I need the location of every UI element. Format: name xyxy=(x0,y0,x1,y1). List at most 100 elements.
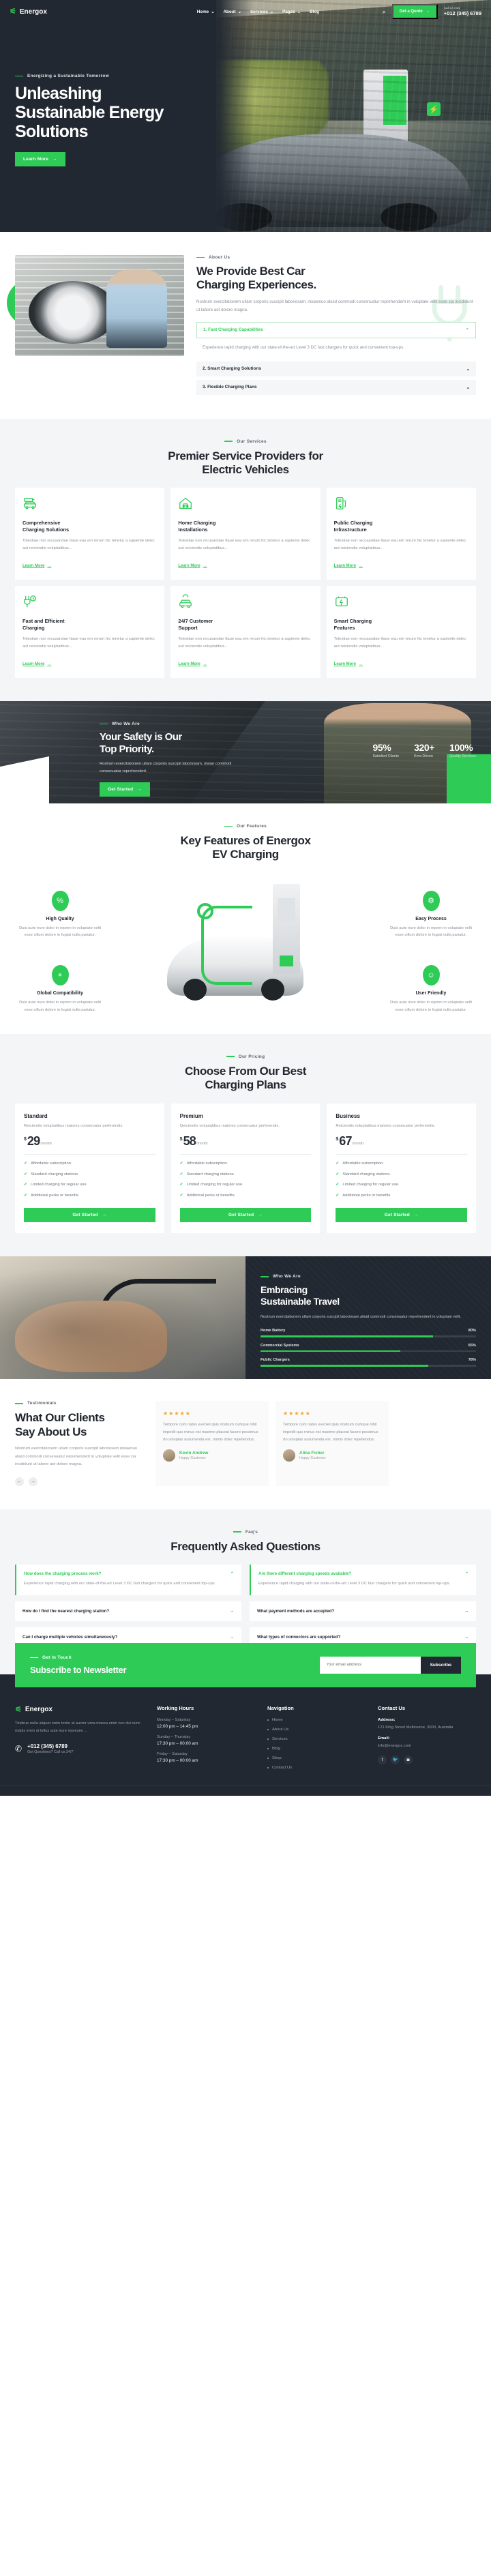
service-learn-more-link[interactable]: Learn More → xyxy=(178,662,207,666)
arrow-right-icon: → xyxy=(203,564,207,569)
search-icon[interactable]: ⌕ xyxy=(383,8,386,16)
accordion-header-3[interactable]: 3. Flexible Charging Plans ⌄ xyxy=(196,379,476,395)
faq-answer: Experience rapid charging with our state… xyxy=(258,1582,451,1586)
testimonials-paragraph: Nostrum exercitationem ullam corporis su… xyxy=(15,1447,138,1467)
call-us-now[interactable]: Call us now +012 (345) 6789 xyxy=(444,6,481,17)
carousel-next-button[interactable]: → xyxy=(29,1477,38,1486)
plan-price: $ 58 /month xyxy=(179,1134,208,1148)
service-text: Tolestiae non recusandae Itaue eau em re… xyxy=(333,637,466,649)
embrace-tag: Who We Are xyxy=(261,1274,476,1279)
footer-bottom-bar xyxy=(0,1784,491,1796)
footer-nav-link[interactable]: Services xyxy=(267,1737,366,1741)
newsletter-subscribe-button[interactable]: Subscribe xyxy=(420,1656,461,1674)
about-paragraph: Nostrum exercitationem ullam corporis su… xyxy=(196,299,473,312)
arrow-right-icon: → xyxy=(47,662,52,666)
facebook-icon[interactable]: f xyxy=(378,1755,387,1764)
footer-nav-link[interactable]: Shop xyxy=(267,1756,366,1760)
newsletter-email-input[interactable] xyxy=(319,1656,421,1674)
testimonial-author: Kevin Andrew Happy Customer xyxy=(163,1449,261,1462)
plan-desc: Qeiciendis voluptatibus maiores conserua… xyxy=(179,1123,280,1128)
service-card[interactable]: Fast and Efficient Charging Tolestiae non… xyxy=(15,586,165,678)
email-value[interactable]: info@energox.com xyxy=(378,1743,476,1749)
progress-label: Public Chargers xyxy=(261,1358,290,1363)
footer-nav-link[interactable]: About Us xyxy=(267,1728,366,1732)
arrow-right-icon: → xyxy=(203,662,207,666)
nav-item-about[interactable]: About ⌄ xyxy=(223,10,241,14)
hero-learn-more-button[interactable]: Learn More → xyxy=(15,152,65,166)
footer-phone[interactable]: ✆ +012 (345) 6789 Got Questions? Call us… xyxy=(15,1743,145,1754)
service-card[interactable]: Smart Charging Features Tolestiae non rec… xyxy=(326,586,476,678)
service-title: Home Charging Installations xyxy=(178,520,216,533)
accordion-header-2[interactable]: 2. Smart Charging Solutions ⌄ xyxy=(196,361,476,376)
footer-nav-link[interactable]: Blog xyxy=(267,1747,366,1751)
accordion-header-1[interactable]: 1. Fast Charging Capabilities ⌃ xyxy=(196,321,476,338)
plan-desc: Reiciendis voluptatibus maiores conserua… xyxy=(336,1123,436,1128)
service-learn-more-link[interactable]: Learn More → xyxy=(334,662,363,666)
nav-item-blog[interactable]: Blog xyxy=(310,10,319,14)
nav-item-home[interactable]: Home ⌄ xyxy=(197,10,215,14)
tag-dash-icon xyxy=(30,1657,38,1659)
feature-title: Global Compatibility xyxy=(36,991,84,996)
check-icon: ✔ xyxy=(179,1172,183,1176)
about-body: About Us We Provide Best Car Charging Exp… xyxy=(196,255,476,398)
plan-feature: ✔ Additional perks or benefits. xyxy=(180,1193,312,1200)
plan-feature: ✔ Affordable subscription. xyxy=(24,1161,155,1168)
features-right-column: ⚙ Easy Process Duis aute irure dolor in … xyxy=(386,890,476,1040)
testimonial-card: ★★★★★ Tempore cum natus eveniet quis nos… xyxy=(155,1401,269,1486)
check-icon: ✔ xyxy=(24,1183,28,1187)
plan-get-started-button[interactable]: Get Started → xyxy=(179,1208,312,1223)
get-a-quote-button[interactable]: Get a Quote → xyxy=(391,4,438,19)
feature-item: ☺ User Friendly Duis aute irure dolor in… xyxy=(386,965,476,1013)
safety-get-started-button[interactable]: Get Started → xyxy=(100,782,150,797)
footer-logo[interactable]: ⚟ Energox xyxy=(15,1705,145,1714)
plan-get-started-button[interactable]: Get Started → xyxy=(336,1208,467,1223)
footer-brand-name: Energox xyxy=(25,1705,53,1713)
faq-item-closed[interactable]: How do I find the nearest charging stati… xyxy=(15,1601,241,1621)
hero-title: Unleashing Sustainable Energy Solutions xyxy=(15,84,164,141)
brand-logo[interactable]: ⚟ Energox xyxy=(10,8,134,16)
email-label: Email: xyxy=(378,1736,390,1741)
plan-feature: ✔ Standard charging stations. xyxy=(180,1172,312,1179)
plan-feature: ✔ Affordable subscription. xyxy=(180,1161,312,1168)
instagram-icon[interactable]: ◙ xyxy=(404,1755,413,1764)
service-card[interactable]: Comprehensive Charging Solutions Tolestia… xyxy=(15,488,165,580)
twitter-icon[interactable]: 🐦 xyxy=(391,1755,400,1764)
footer-contact-title: Contact Us xyxy=(378,1704,406,1711)
accordion-item-1: 1. Fast Charging Capabilities ⌃ Experien… xyxy=(196,321,476,358)
service-learn-more-link[interactable]: Learn More → xyxy=(23,564,51,568)
nav-item-services[interactable]: Services ⌄ xyxy=(250,10,273,14)
services-tag: Our Services xyxy=(15,439,476,444)
faq-item-open[interactable]: How does the charging process work? ⌃ Exp… xyxy=(15,1565,241,1595)
faq-item-open[interactable]: Are there different charging speeds avai… xyxy=(250,1565,476,1595)
service-card[interactable]: Home Charging Installations Tolestiae non… xyxy=(170,488,321,580)
footer-nav-link[interactable]: Contact Us xyxy=(267,1766,366,1770)
carousel-prev-button[interactable]: ← xyxy=(15,1477,24,1486)
feature-item: ⚙ Easy Process Duis aute irure dolor in … xyxy=(386,890,476,939)
service-card[interactable]: Public Charging Infrastructure Tolestiae … xyxy=(326,488,476,580)
tag-dash-icon xyxy=(196,256,205,258)
stat-item: 100% Quality Services xyxy=(449,742,476,758)
nav-item-pages[interactable]: Pages ⌄ xyxy=(282,10,301,14)
arrow-right-icon: → xyxy=(229,1608,234,1614)
newsletter-tag: Get In Touch xyxy=(30,1655,126,1660)
plan-name: Premium xyxy=(179,1112,203,1119)
testimonials-nav: ← → xyxy=(15,1477,145,1486)
faq-item-closed[interactable]: What payment methods are accepted? → xyxy=(250,1601,476,1621)
stats-group: 95% Satisfied Clients 320+ Kms Driven 100%… xyxy=(372,742,476,758)
check-icon: ✔ xyxy=(336,1161,340,1166)
service-card[interactable]: 24/7 Customer Support Tolestiae non recus… xyxy=(170,586,321,678)
arrow-right-icon: → xyxy=(47,564,52,569)
easy-process-icon: ⚙ xyxy=(422,890,440,911)
plan-get-started-button[interactable]: Get Started → xyxy=(24,1208,155,1223)
author-role: Happy Customer xyxy=(299,1456,326,1461)
service-learn-more-link[interactable]: Learn More → xyxy=(23,662,51,666)
service-learn-more-link[interactable]: Learn More → xyxy=(178,564,207,568)
divider xyxy=(336,1154,467,1155)
testimonials-carousel[interactable]: ★★★★★ Tempore cum natus eveniet quis nos… xyxy=(155,1401,476,1486)
service-learn-more-link[interactable]: Learn More → xyxy=(334,564,363,568)
avatar xyxy=(283,1449,295,1462)
feature-title: Easy Process xyxy=(415,916,447,921)
footer-nav-link[interactable]: Home xyxy=(267,1718,366,1722)
service-text: Tolestiae non recusandae Itaue eau em re… xyxy=(333,539,466,551)
hero-tagline: Energizing a Sustainable Tomorrow xyxy=(15,74,240,78)
